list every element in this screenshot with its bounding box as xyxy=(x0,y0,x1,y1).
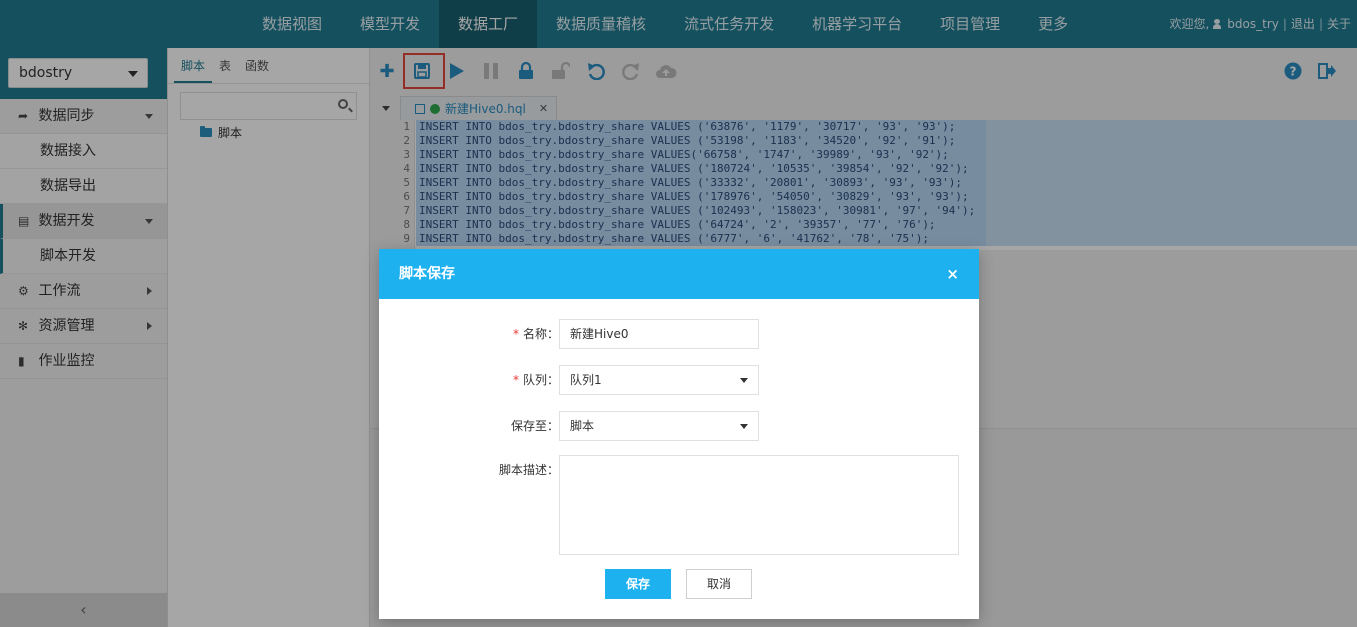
required-mark: * xyxy=(512,373,519,387)
cancel-button[interactable]: 取消 xyxy=(686,569,752,599)
close-icon[interactable]: × xyxy=(946,249,959,299)
name-label: * 名称： xyxy=(512,327,559,341)
save-button[interactable]: 保存 xyxy=(605,569,671,599)
dialog-title: 脚本保存 xyxy=(399,266,455,282)
form-row-name: * 名称： 新建Hive0 xyxy=(379,319,979,349)
save-to-select[interactable]: 脚本 xyxy=(559,411,759,441)
dialog-header: 脚本保存 × xyxy=(379,249,979,299)
chevron-down-icon xyxy=(740,378,748,383)
description-label: 脚本描述： xyxy=(498,463,559,477)
save-to-label: 保存至： xyxy=(510,419,559,433)
queue-select[interactable]: 队列1 xyxy=(559,365,759,395)
queue-label: * 队列： xyxy=(512,373,559,387)
chevron-down-icon xyxy=(740,424,748,429)
form-row-queue: * 队列： 队列1 xyxy=(379,365,979,395)
save-to-select-value: 脚本 xyxy=(570,419,595,433)
form-row-save-to: 保存至： 脚本 xyxy=(379,411,979,441)
queue-select-value: 队列1 xyxy=(570,373,602,387)
required-mark: * xyxy=(512,327,519,341)
name-input[interactable]: 新建Hive0 xyxy=(559,319,759,349)
save-script-dialog: 脚本保存 × * 名称： 新建Hive0 * 队列： 队列1 保存至： 脚本 脚本描… xyxy=(379,249,979,619)
description-textarea[interactable] xyxy=(559,455,959,555)
form-row-description: 脚本描述： xyxy=(379,455,979,555)
